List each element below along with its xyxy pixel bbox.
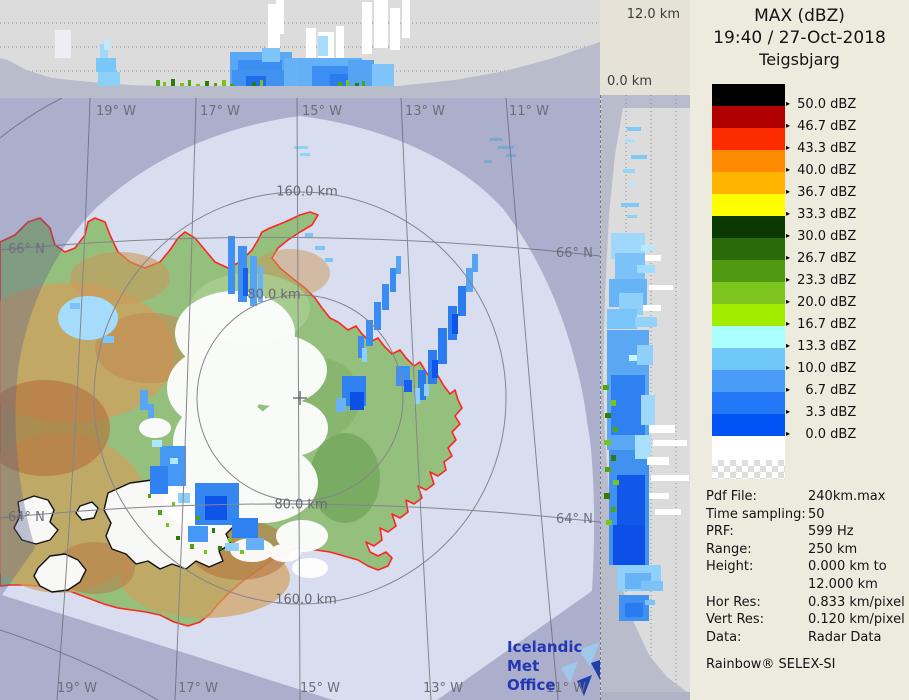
radar-map: 19° W 17° W 15° W 13° W 11° W 19° W 17° …: [0, 98, 600, 700]
legend-swatch: [712, 150, 785, 172]
metadata-row: Vert Res:0.120 km/pixel: [706, 611, 902, 629]
legend-swatch: [712, 370, 785, 392]
metadata-row: Range:250 km: [706, 541, 902, 559]
software-credit: Rainbow® SELEX-SI: [706, 657, 902, 672]
legend-header: MAX (dBZ) 19:40 / 27-Oct-2018 Teigsbjarg: [690, 5, 909, 71]
legend-swatch: [712, 84, 785, 106]
metadata-row: Height:0.000 km to: [706, 558, 902, 576]
legend-swatch: [712, 106, 785, 128]
height-axis-max-label: 12.0 km: [627, 7, 680, 22]
metadata-table: Pdf File:240km.maxTime sampling:50PRF:59…: [706, 488, 902, 646]
profile-echoes-white: [55, 0, 410, 60]
product-datetime: 19:40 / 27-Oct-2018: [690, 27, 909, 49]
lon-label-top-15w: 15° W: [302, 104, 342, 119]
range-ring-label-160-top: 160.0 km: [276, 185, 338, 200]
met-office-logo-line1: Icelandic Met: [507, 638, 600, 676]
lat-label-left-64n: 64° N: [8, 510, 45, 525]
lon-label-top-19w: 19° W: [96, 104, 136, 119]
legend-scale-label: ▸40.0 dBZ: [786, 163, 856, 181]
legend-scale-label: ▸10.0 dBZ: [786, 361, 856, 379]
top-height-profile-panel: [0, 0, 600, 99]
lon-label-top-17w: 17° W: [200, 104, 240, 119]
metadata-row: 12.000 km: [706, 576, 902, 594]
radar-display: 12.0 km 0.0 km: [0, 0, 909, 700]
range-ring-label-80-bottom: 80.0 km: [274, 498, 327, 513]
legend-swatch: [712, 414, 785, 436]
legend-scale-label: ▸36.7 dBZ: [786, 185, 856, 203]
lat-label-right-66n: 66° N: [556, 246, 593, 261]
legend-swatch: [712, 172, 785, 194]
legend-swatch: [712, 194, 785, 216]
radar-station-name: Teigsbjarg: [690, 49, 909, 71]
legend-scale-label: ▸6.7 dBZ: [786, 383, 856, 401]
legend-transparent-band: [712, 460, 785, 479]
product-title: MAX (dBZ): [690, 5, 909, 27]
out-of-range-band-top: [601, 95, 691, 108]
met-office-logo-line2: Office: [507, 676, 600, 695]
legend-scale-label: ▸30.0 dBZ: [786, 229, 856, 247]
legend-swatch: [712, 282, 785, 304]
range-ring-label-160-bottom: 160.0 km: [275, 593, 337, 608]
height-axis-corner: 12.0 km 0.0 km: [600, 0, 690, 95]
metadata-row: Data:Radar Data: [706, 629, 902, 647]
profile-echoes-blue: [607, 127, 663, 621]
legend-scale-label: ▸13.3 dBZ: [786, 339, 856, 357]
lat-label-left-66n: 66° N: [8, 242, 45, 257]
lon-label-top-13w: 13° W: [405, 104, 445, 119]
out-of-range-band-bottom: [601, 692, 691, 700]
legend-swatch: [712, 128, 785, 150]
legend-scale-label: ▸50.0 dBZ: [786, 97, 856, 115]
lon-label-top-11w: 11° W: [509, 104, 549, 119]
range-ring-label-80-top: 80.0 km: [247, 288, 300, 303]
lon-label-bottom-17w: 17° W: [178, 681, 218, 696]
metadata-row: PRF:599 Hz: [706, 523, 902, 541]
met-office-logo-text: Icelandic Met Office: [507, 638, 600, 695]
legend-scale-label: ▸0.0 dBZ: [786, 427, 856, 445]
side-profile-graphic: [601, 95, 691, 700]
lon-label-bottom-13w: 13° W: [423, 681, 463, 696]
legend-scale-label: ▸43.3 dBZ: [786, 141, 856, 159]
legend-swatch: [712, 238, 785, 260]
legend-swatch: [712, 326, 785, 348]
lon-label-bottom-19w: 19° W: [57, 681, 97, 696]
legend-panel: MAX (dBZ) 19:40 / 27-Oct-2018 Teigsbjarg…: [690, 0, 909, 700]
legend-scale-label: ▸23.3 dBZ: [786, 273, 856, 291]
legend-scale-label: ▸20.0 dBZ: [786, 295, 856, 313]
legend-swatch: [712, 392, 785, 414]
profile-echoes-blue: [96, 36, 394, 86]
legend-swatch: [712, 216, 785, 238]
profile-echoes-white: [643, 255, 689, 515]
legend-scale-label: ▸16.7 dBZ: [786, 317, 856, 335]
side-height-profile-panel: [600, 95, 691, 700]
legend-scale-label: ▸33.3 dBZ: [786, 207, 856, 225]
height-axis-min-label: 0.0 km: [607, 74, 652, 89]
top-profile-graphic: [0, 0, 600, 98]
legend-below-zero-band: [712, 436, 785, 460]
legend-swatch: [712, 304, 785, 326]
lon-label-bottom-15w: 15° W: [300, 681, 340, 696]
legend-scale-label: ▸46.7 dBZ: [786, 119, 856, 137]
legend-swatch: [712, 260, 785, 282]
legend-swatch: [712, 348, 785, 370]
legend-scale-label: ▸3.3 dBZ: [786, 405, 856, 423]
metadata-row: Pdf File:240km.max: [706, 488, 902, 506]
metadata-row: Time sampling:50: [706, 506, 902, 524]
legend-scale-label: ▸26.7 dBZ: [786, 251, 856, 269]
lat-label-right-64n: 64° N: [556, 512, 593, 527]
metadata-row: Hor Res:0.833 km/pixel: [706, 594, 902, 612]
